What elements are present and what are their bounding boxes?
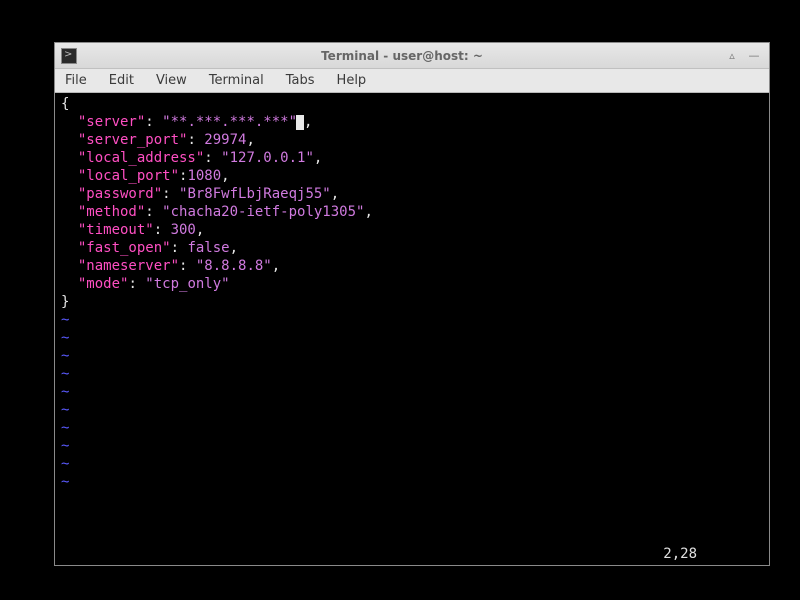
terminal-line: "local_address": "127.0.0.1", bbox=[61, 149, 763, 167]
terminal-line: { bbox=[61, 95, 763, 113]
maximize-button[interactable]: ▵ bbox=[723, 49, 741, 63]
terminal-line: "password": "Br8FwfLbjRaeqj55", bbox=[61, 185, 763, 203]
terminal-line: ~ bbox=[61, 437, 763, 455]
vim-status-position: 2,28 bbox=[663, 545, 757, 563]
terminal-line: ~ bbox=[61, 401, 763, 419]
terminal-line: ~ bbox=[61, 329, 763, 347]
terminal-line: "server_port": 29974, bbox=[61, 131, 763, 149]
menu-help[interactable]: Help bbox=[333, 71, 371, 90]
menu-terminal[interactable]: Terminal bbox=[205, 71, 268, 90]
text-cursor bbox=[296, 115, 304, 130]
menu-tabs[interactable]: Tabs bbox=[282, 71, 319, 90]
menu-file[interactable]: File bbox=[61, 71, 91, 90]
terminal-line: "timeout": 300, bbox=[61, 221, 763, 239]
terminal-viewport[interactable]: { "server": "**.***.***.***", "server_po… bbox=[55, 93, 769, 565]
titlebar[interactable]: Terminal - user@host: ~ ▵ — bbox=[55, 43, 769, 69]
terminal-line: } bbox=[61, 293, 763, 311]
terminal-icon bbox=[61, 48, 77, 64]
terminal-line: "method": "chacha20-ietf-poly1305", bbox=[61, 203, 763, 221]
terminal-window: Terminal - user@host: ~ ▵ — File Edit Vi… bbox=[54, 42, 770, 566]
terminal-line: ~ bbox=[61, 473, 763, 491]
minimize-button[interactable]: — bbox=[745, 49, 763, 63]
window-title: Terminal - user@host: ~ bbox=[85, 49, 719, 63]
menu-edit[interactable]: Edit bbox=[105, 71, 138, 90]
terminal-line: "fast_open": false, bbox=[61, 239, 763, 257]
menubar: File Edit View Terminal Tabs Help bbox=[55, 69, 769, 93]
terminal-line: ~ bbox=[61, 365, 763, 383]
menu-view[interactable]: View bbox=[152, 71, 191, 90]
terminal-line: ~ bbox=[61, 311, 763, 329]
terminal-line: ~ bbox=[61, 419, 763, 437]
terminal-line: "nameserver": "8.8.8.8", bbox=[61, 257, 763, 275]
terminal-line: "server": "**.***.***.***", bbox=[61, 113, 763, 131]
terminal-line: ~ bbox=[61, 347, 763, 365]
terminal-line: ~ bbox=[61, 455, 763, 473]
terminal-line: "mode": "tcp_only" bbox=[61, 275, 763, 293]
terminal-line: "local_port":1080, bbox=[61, 167, 763, 185]
terminal-line: ~ bbox=[61, 383, 763, 401]
